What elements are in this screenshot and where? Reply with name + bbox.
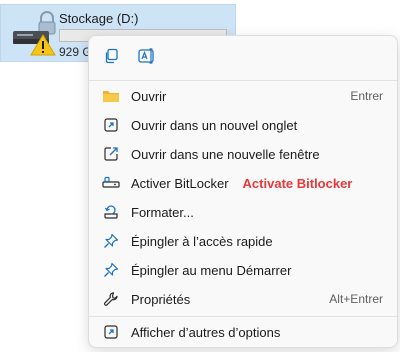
menu-item-label: Afficher d’autres d’options [131, 324, 281, 340]
menu-item-open-new-tab[interactable]: Ouvrir dans un nouvel onglet [93, 111, 393, 139]
more-options-icon [101, 322, 121, 342]
format-icon [101, 202, 121, 222]
menu-item-label: Activer BitLocker [131, 175, 229, 191]
separator [89, 316, 397, 317]
menu-item-activate-bitlocker[interactable]: Activer BitLocker Activate Bitlocker [93, 169, 393, 197]
bitlocker-key-icon [101, 173, 121, 193]
menu-item-label: Épingler au menu Démarrer [131, 262, 292, 278]
new-tab-icon [101, 115, 121, 135]
menu-item-open-new-window[interactable]: Ouvrir dans une nouvelle fenêtre [93, 140, 393, 168]
menu-item-shortcut: Alt+Entrer [329, 292, 383, 306]
separator [89, 80, 397, 81]
copy-icon [103, 48, 119, 69]
folder-icon [101, 86, 121, 106]
menu-item-properties[interactable]: Propriétés Alt+Entrer [93, 285, 393, 313]
drive-name: Stockage (D:) [59, 11, 139, 26]
menu-item-label: Ouvrir [131, 88, 167, 104]
menu-item-label: Formater... [131, 204, 194, 220]
new-window-icon [101, 144, 121, 164]
menu-item-shortcut: Entrer [350, 89, 383, 103]
menu-item-open[interactable]: Ouvrir Entrer [93, 82, 393, 110]
menu-item-label: Épingler à l’accès rapide [131, 233, 273, 249]
wrench-icon [101, 289, 121, 309]
copy-button[interactable] [99, 46, 123, 70]
menu-item-label: Propriétés [131, 291, 191, 307]
quick-actions-row [89, 36, 397, 80]
pin-icon [101, 231, 121, 251]
rename-button[interactable] [135, 46, 159, 70]
rename-icon [138, 47, 156, 69]
menu-item-label: Ouvrir dans une nouvelle fenêtre [131, 146, 320, 162]
context-menu: Ouvrir Entrer Ouvrir dans un nouvel ongl… [88, 35, 398, 348]
menu-item-pin-start[interactable]: Épingler au menu Démarrer [93, 256, 393, 284]
menu-item-pin-quick-access[interactable]: Épingler à l’accès rapide [93, 227, 393, 255]
drive-warning-icon [11, 9, 57, 57]
menu-item-format[interactable]: Formater... [93, 198, 393, 226]
menu-item-label: Ouvrir dans un nouvel onglet [131, 117, 298, 133]
menu-item-show-more-options[interactable]: Afficher d’autres d’options [93, 318, 393, 346]
pin-icon [101, 260, 121, 280]
annotation-text: Activate Bitlocker [242, 175, 353, 191]
screen: Stockage (D:) 929 Go Ouvrir Entrer Ouvri… [0, 0, 400, 352]
